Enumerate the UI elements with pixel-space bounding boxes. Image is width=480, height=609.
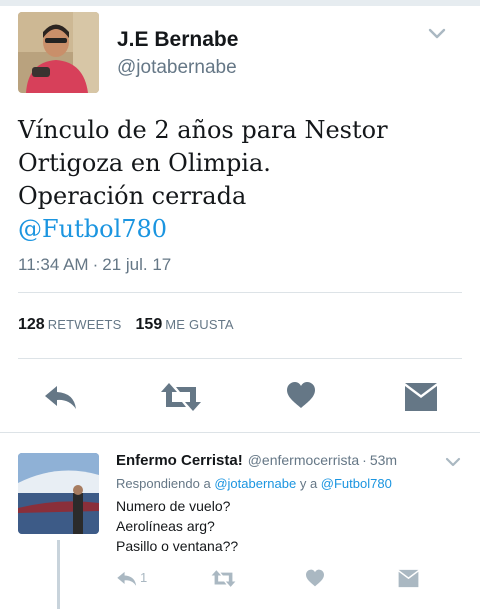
- reply-count: 1: [140, 570, 148, 585]
- reply-author-name[interactable]: Enfermo Cerrista!: [116, 452, 243, 469]
- reply-text: Numero de vuelo? Aerolíneas arg? Pasillo…: [116, 496, 238, 556]
- mention-link[interactable]: @Futbol780: [18, 213, 468, 246]
- tweet-time: 11:34 AM: [18, 255, 89, 274]
- retweet-icon[interactable]: [211, 569, 236, 588]
- replying-prefix: Respondiendo a: [116, 476, 211, 491]
- divider: [18, 292, 462, 293]
- retweets-count: 128: [18, 316, 45, 333]
- retweet-icon[interactable]: [160, 381, 202, 413]
- tweet-text: Vínculo de 2 años para Nestor Ortigoza e…: [18, 114, 468, 246]
- tweet-text-line: Ortigoza en Olimpia.: [18, 149, 271, 177]
- reply-icon[interactable]: [116, 570, 138, 587]
- reply-author-avatar[interactable]: [18, 453, 99, 534]
- replying-connector: y a: [299, 476, 318, 491]
- reply-author-handle[interactable]: @enfermocerrista: [248, 452, 359, 468]
- author-avatar[interactable]: [18, 12, 99, 93]
- like-icon[interactable]: [305, 569, 325, 587]
- likes-label: ME GUSTA: [165, 317, 234, 332]
- reply-text-line: Pasillo o ventana??: [116, 538, 239, 554]
- like-icon[interactable]: [286, 381, 316, 409]
- reply-icon[interactable]: [43, 383, 79, 411]
- reply-actions: 1: [0, 566, 480, 590]
- author-handle[interactable]: @jotabernabe: [117, 57, 237, 79]
- author-name[interactable]: J.E Bernabe: [117, 28, 238, 52]
- message-icon[interactable]: [404, 382, 438, 412]
- reply-text-line: Numero de vuelo?: [116, 498, 231, 514]
- message-icon[interactable]: [398, 569, 419, 588]
- tweet-actions: [0, 377, 480, 417]
- likes-stat[interactable]: 159 ME GUSTA: [136, 316, 234, 333]
- replying-mention-2[interactable]: @Futbol780: [321, 476, 392, 491]
- tweet-text-line: Operación cerrada: [18, 182, 247, 210]
- reply-age[interactable]: 53m: [370, 452, 397, 468]
- tweet-date: 21 jul. 17: [102, 255, 172, 274]
- likes-count: 159: [135, 316, 163, 333]
- chevron-down-icon[interactable]: [426, 26, 448, 42]
- reply-header: Enfermo Cerrista! @enfermocerrista · 53m: [116, 452, 397, 469]
- divider: [0, 432, 480, 433]
- retweets-label: RETWEETS: [47, 317, 122, 332]
- tweet-text-line: Vínculo de 2 años para Nestor: [18, 116, 388, 144]
- reply-text-line: Aerolíneas arg?: [116, 518, 215, 534]
- retweets-stat[interactable]: 128 RETWEETS: [18, 316, 122, 333]
- timestamp-separator: ·: [92, 255, 99, 274]
- top-divider: [0, 0, 480, 6]
- reply-separator: ·: [362, 452, 367, 468]
- engagement-stats: 128 RETWEETS 159 ME GUSTA: [18, 316, 234, 334]
- divider: [18, 358, 462, 359]
- tweet-timestamp[interactable]: 11:34 AM · 21 jul. 17: [18, 255, 171, 275]
- replying-mention-1[interactable]: @jotabernabe: [214, 476, 296, 491]
- replying-to: Respondiendo a @jotabernabe y a @Futbol7…: [116, 476, 392, 491]
- chevron-down-icon[interactable]: [443, 456, 463, 470]
